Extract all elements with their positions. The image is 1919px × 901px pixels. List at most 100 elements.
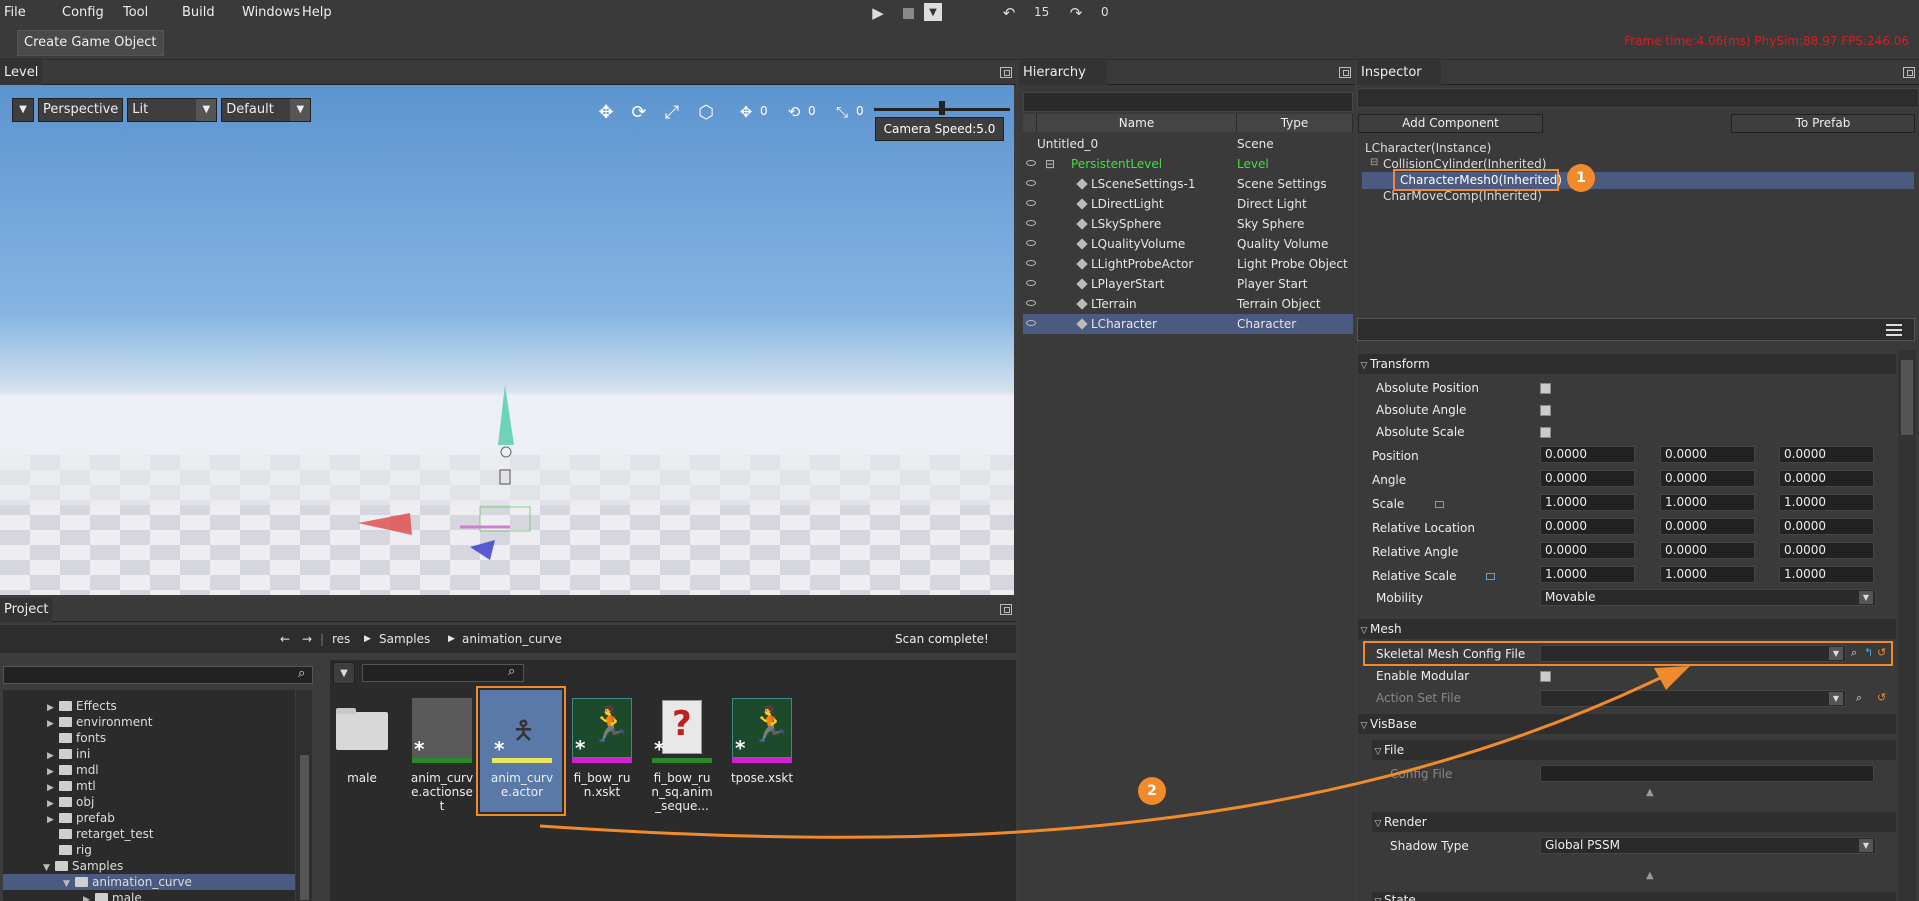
preset-dropdown[interactable]: Default ▼ bbox=[221, 98, 312, 122]
visibility-eye-icon[interactable] bbox=[1026, 280, 1036, 286]
asset-male-folder[interactable]: male bbox=[326, 695, 398, 815]
config-file-field[interactable] bbox=[1540, 765, 1874, 782]
breadcrumb-res[interactable]: res bbox=[332, 632, 350, 646]
rel-location-x-field[interactable]: 0.0000 bbox=[1540, 518, 1635, 535]
section-visbase[interactable]: ▽ VisBase bbox=[1358, 714, 1896, 734]
rel-location-y-field[interactable]: 0.0000 bbox=[1660, 518, 1755, 535]
tree-scrollbar-thumb[interactable] bbox=[300, 755, 309, 900]
inspector-search-input[interactable] bbox=[1357, 88, 1919, 108]
section-mesh[interactable]: ▽ Mesh bbox=[1358, 619, 1896, 639]
asset-fi-bow-run-xskt[interactable]: 🏃 * fi_bow_ru n.xskt bbox=[566, 695, 638, 815]
column-type[interactable]: Type bbox=[1237, 114, 1353, 132]
rel-location-z-field[interactable]: 0.0000 bbox=[1779, 518, 1874, 535]
create-game-object-button[interactable]: Create Game Object bbox=[17, 30, 164, 56]
section-state[interactable]: ▽State bbox=[1372, 892, 1896, 901]
lock-icon[interactable] bbox=[1486, 573, 1495, 580]
asset-actionset[interactable]: * anim_curv e.actionse t bbox=[406, 695, 478, 815]
hamburger-menu-icon[interactable] bbox=[1886, 324, 1902, 336]
asset-tpose-xskt[interactable]: 🏃 * tpose.xskt bbox=[726, 695, 798, 815]
viewport-filter-icon[interactable]: ▼ bbox=[12, 98, 34, 122]
back-icon[interactable]: ← bbox=[280, 632, 290, 646]
tree-item-mdl[interactable]: ▶ mdl bbox=[47, 762, 99, 778]
rel-scale-y-field[interactable]: 1.0000 bbox=[1660, 566, 1755, 583]
rel-angle-x-field[interactable]: 0.0000 bbox=[1540, 542, 1635, 559]
visibility-eye-icon[interactable] bbox=[1026, 320, 1036, 326]
level-viewport[interactable]: ▼ Perspective Lit ▼ Default ▼ ✥ ⟳ ⤢ ⬡ ✥ … bbox=[0, 85, 1014, 595]
component-char-move[interactable]: CharMoveComp(Inherited) bbox=[1383, 188, 1542, 204]
visibility-eye-icon[interactable] bbox=[1026, 220, 1036, 226]
scale-x-field[interactable]: 1.0000 bbox=[1540, 494, 1635, 511]
tree-item-ini[interactable]: ▶ ini bbox=[47, 746, 90, 762]
rel-angle-y-field[interactable]: 0.0000 bbox=[1660, 542, 1755, 559]
abs-scale-checkbox[interactable] bbox=[1540, 427, 1551, 438]
tab-level[interactable]: Level bbox=[0, 61, 43, 85]
tab-hierarchy[interactable]: Hierarchy bbox=[1019, 61, 1107, 85]
to-prefab-button[interactable]: To Prefab bbox=[1731, 114, 1915, 133]
collapse-icon[interactable]: ⊟ bbox=[1370, 155, 1378, 171]
browse-icon[interactable]: ⌕ bbox=[1856, 691, 1862, 705]
shadow-type-dropdown[interactable]: Global PSSM ▼ bbox=[1540, 837, 1876, 854]
hierarchy-search-input[interactable] bbox=[1023, 92, 1353, 112]
menu-tool[interactable]: Tool bbox=[123, 5, 148, 20]
project-tree-search-input[interactable] bbox=[3, 666, 313, 684]
position-y-field[interactable]: 0.0000 bbox=[1660, 446, 1755, 463]
hierarchy-row-persistent-level[interactable]: ⊟ PersistentLevel Level bbox=[1023, 154, 1353, 174]
menu-build[interactable]: Build bbox=[182, 5, 215, 20]
section-render[interactable]: ▽ Render bbox=[1372, 812, 1896, 832]
rel-scale-z-field[interactable]: 1.0000 bbox=[1779, 566, 1874, 583]
hierarchy-row-direct-light[interactable]: LDirectLight Direct Light bbox=[1023, 194, 1353, 214]
chevron-right-icon[interactable]: ▶ bbox=[83, 892, 95, 901]
visibility-eye-icon[interactable] bbox=[1026, 260, 1036, 266]
camera-speed-slider-handle[interactable] bbox=[939, 101, 945, 115]
tree-item-mtl[interactable]: ▶ mtl bbox=[47, 778, 96, 794]
breadcrumb-samples[interactable]: Samples bbox=[379, 632, 430, 646]
position-z-field[interactable]: 0.0000 bbox=[1779, 446, 1874, 463]
menu-help[interactable]: Help bbox=[302, 5, 332, 20]
visibility-eye-icon[interactable] bbox=[1026, 300, 1036, 306]
browse-icon[interactable]: ⌕ bbox=[1851, 646, 1857, 660]
tree-item-prefab[interactable]: ▶ prefab bbox=[47, 810, 115, 826]
play-options-dropdown-icon[interactable]: ▼ bbox=[924, 3, 942, 21]
tree-item-retarget-test[interactable]: retarget_test bbox=[47, 826, 154, 842]
enable-modular-checkbox[interactable] bbox=[1540, 671, 1551, 682]
hierarchy-row-sky-sphere[interactable]: LSkySphere Sky Sphere bbox=[1023, 214, 1353, 234]
lock-icon[interactable] bbox=[1435, 501, 1444, 508]
abs-position-checkbox[interactable] bbox=[1540, 383, 1551, 394]
hierarchy-row-scene[interactable]: Untitled_0 Scene bbox=[1023, 134, 1353, 154]
tree-item-male[interactable]: ▶ male bbox=[83, 890, 142, 901]
action-set-dropdown[interactable]: ▼ bbox=[1540, 690, 1846, 707]
rotate-tool-icon[interactable]: ⟳ bbox=[627, 100, 651, 124]
view-mode-button[interactable]: Perspective bbox=[38, 98, 124, 122]
section-file[interactable]: ▽ File bbox=[1372, 740, 1896, 760]
dock-icon[interactable] bbox=[1000, 604, 1012, 615]
stop-icon[interactable] bbox=[898, 3, 918, 23]
skeletal-mesh-config-dropdown[interactable]: ▼ bbox=[1540, 645, 1846, 662]
search-icon[interactable]: ⌕ bbox=[508, 664, 515, 679]
snap-move-icon[interactable]: ✥ bbox=[734, 100, 758, 124]
scale-z-field[interactable]: 1.0000 bbox=[1779, 494, 1874, 511]
search-icon[interactable]: ⌕ bbox=[298, 666, 305, 681]
undo-icon[interactable]: ↶ bbox=[999, 3, 1019, 23]
hierarchy-row-player-start[interactable]: LPlayerStart Player Start bbox=[1023, 274, 1353, 294]
column-name[interactable]: Name bbox=[1037, 114, 1237, 132]
scale-y-field[interactable]: 1.0000 bbox=[1660, 494, 1755, 511]
assign-icon[interactable]: ↰ bbox=[1864, 646, 1873, 659]
breadcrumb-animation-curve[interactable]: animation_curve bbox=[462, 632, 562, 646]
character-gizmo[interactable] bbox=[340, 285, 560, 575]
lighting-dropdown[interactable]: Lit ▼ bbox=[127, 98, 218, 122]
add-component-button[interactable]: Add Component bbox=[1358, 114, 1543, 133]
local-space-icon[interactable]: ⬡ bbox=[694, 100, 718, 124]
expand-icon[interactable]: ⊟ bbox=[1045, 154, 1055, 174]
hierarchy-row-quality-volume[interactable]: LQualityVolume Quality Volume bbox=[1023, 234, 1353, 254]
hierarchy-row-terrain[interactable]: LTerrain Terrain Object bbox=[1023, 294, 1353, 314]
dock-icon[interactable] bbox=[1000, 67, 1012, 78]
visibility-eye-icon[interactable] bbox=[1026, 240, 1036, 246]
menu-windows[interactable]: Windows bbox=[242, 5, 300, 20]
angle-x-field[interactable]: 0.0000 bbox=[1540, 470, 1635, 487]
visibility-eye-icon[interactable] bbox=[1026, 180, 1036, 186]
dock-icon[interactable] bbox=[1339, 67, 1351, 78]
tree-item-fonts[interactable]: fonts bbox=[47, 730, 106, 746]
visibility-eye-icon[interactable] bbox=[1026, 160, 1036, 166]
tree-item-effects[interactable]: ▶ Effects bbox=[47, 698, 117, 714]
tree-item-rig[interactable]: rig bbox=[47, 842, 92, 858]
